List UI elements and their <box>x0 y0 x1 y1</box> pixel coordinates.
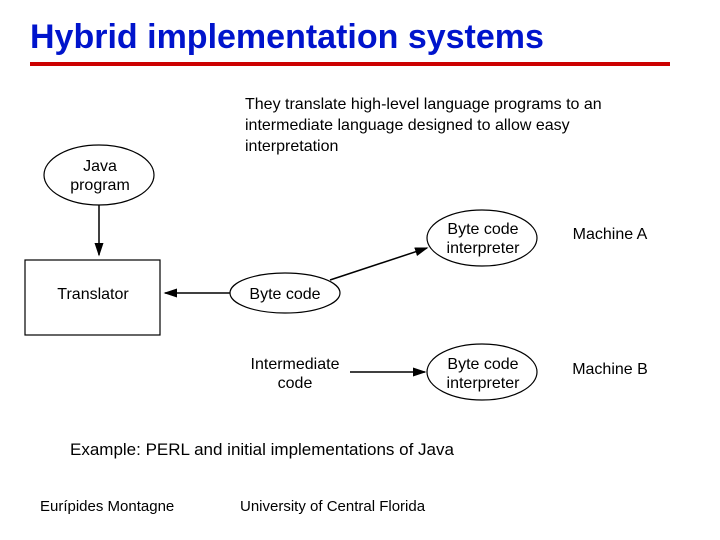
footer-institution: University of Central Florida <box>240 498 425 515</box>
machine-a-label: Machine A <box>565 225 655 244</box>
description-text: They translate high-level language progr… <box>245 95 665 157</box>
node-intermediate-code-label: Intermediate code <box>240 355 350 393</box>
slide-title: Hybrid implementation systems <box>30 18 690 57</box>
arrow-bytecode-to-interpreter-a <box>330 248 427 280</box>
node-byte-code-label: Byte code <box>240 285 330 304</box>
example-text: Example: PERL and initial implementation… <box>70 440 454 460</box>
node-interpreter-a-label: Byte code interpreter <box>438 220 528 258</box>
node-java-program-label: Java program <box>60 157 140 195</box>
node-translator-label: Translator <box>48 285 138 304</box>
machine-b-label: Machine B <box>565 360 655 379</box>
node-interpreter-b-label: Byte code interpreter <box>438 355 528 393</box>
title-underline <box>30 62 670 66</box>
footer-author: Eurípides Montagne <box>40 498 174 515</box>
